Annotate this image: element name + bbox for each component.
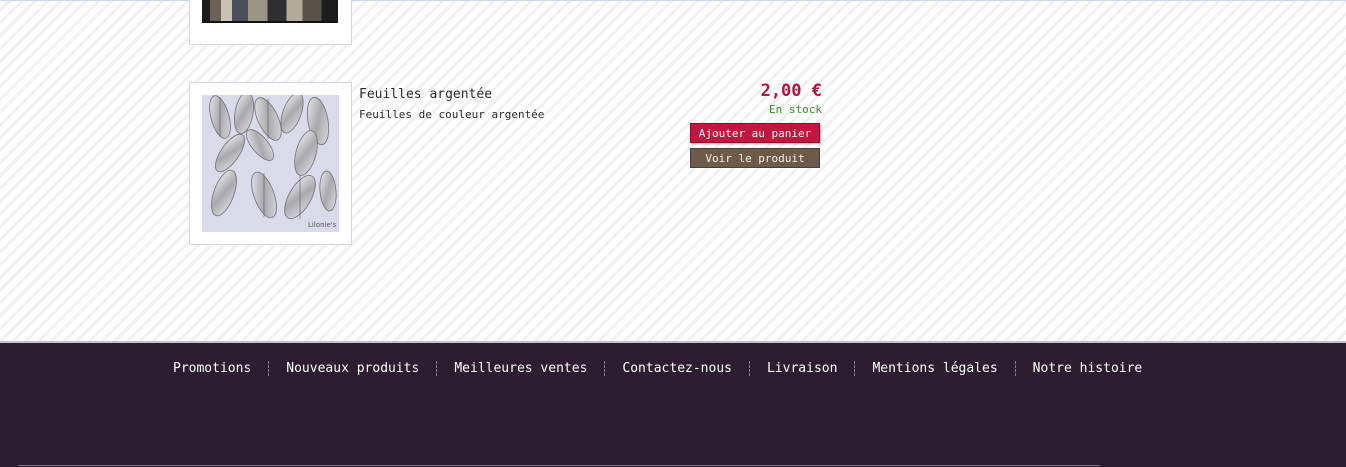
footer-nav: Promotions Nouveaux produits Meilleures …	[156, 361, 1159, 376]
footer-link-our-story[interactable]: Notre histoire	[1016, 361, 1160, 376]
product-thumbnail[interactable]: Lilonie's	[189, 82, 352, 245]
product-description: Feuilles de couleur argentée	[359, 108, 545, 121]
footer-link-promotions[interactable]: Promotions	[156, 361, 268, 376]
view-product-button[interactable]: Voir le produit	[690, 148, 820, 168]
footer-divider	[18, 465, 1100, 466]
footer-link-contact[interactable]: Contactez-nous	[605, 361, 749, 376]
product-name[interactable]: Feuilles argentée	[359, 87, 492, 102]
footer-link-best-sellers[interactable]: Meilleures ventes	[437, 361, 604, 376]
footer-link-legal[interactable]: Mentions légales	[855, 361, 1014, 376]
footer-link-delivery[interactable]: Livraison	[750, 361, 854, 376]
stock-status: En stock	[769, 103, 822, 116]
previous-product-image[interactable]	[202, 0, 338, 23]
image-watermark: Lilonie's	[308, 221, 337, 229]
product-price: 2,00 €	[760, 81, 822, 101]
add-to-cart-button[interactable]: Ajouter au panier	[690, 123, 820, 143]
product-image[interactable]: Lilonie's	[202, 95, 339, 232]
footer: Promotions Nouveaux produits Meilleures …	[0, 341, 1346, 467]
footer-link-new-products[interactable]: Nouveaux produits	[269, 361, 436, 376]
previous-product-thumbnail[interactable]	[189, 0, 352, 45]
